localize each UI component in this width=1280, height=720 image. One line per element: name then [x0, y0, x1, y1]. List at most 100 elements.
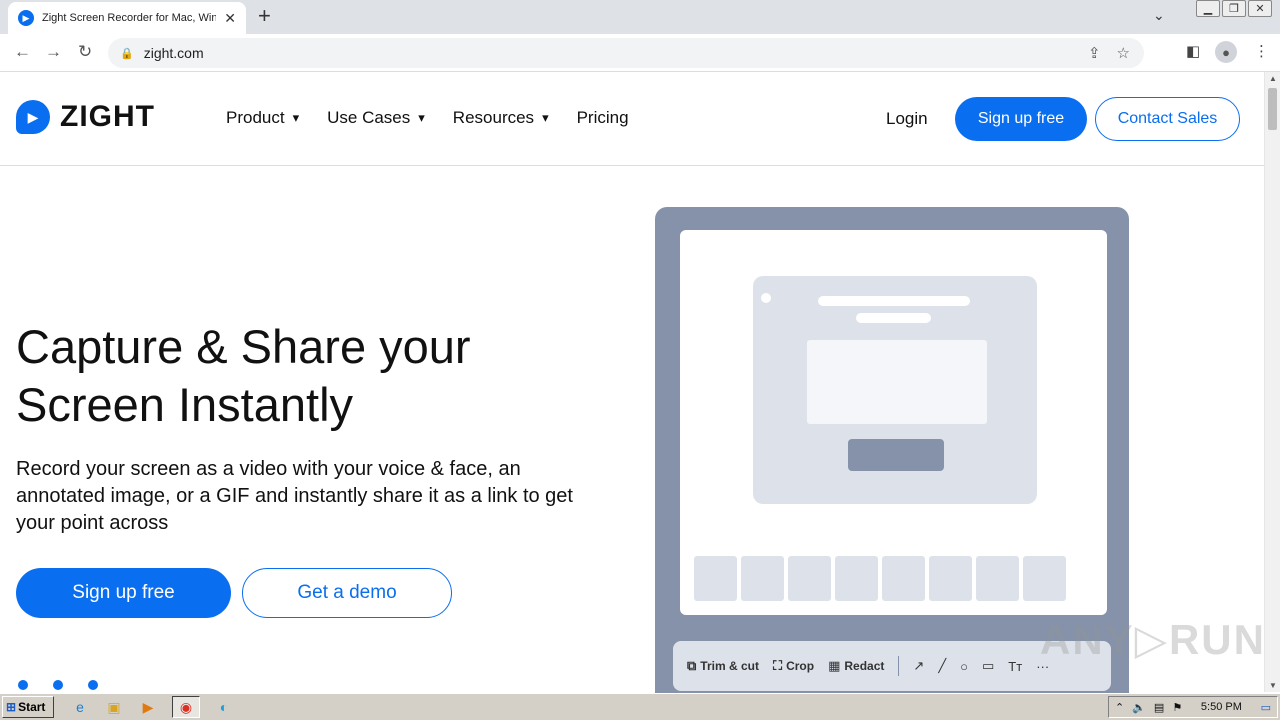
- profile-avatar-icon[interactable]: ●: [1215, 41, 1237, 63]
- minimize-icon[interactable]: ▁: [1196, 0, 1220, 17]
- carousel-dot[interactable]: [18, 680, 28, 690]
- illustration-screen: [680, 230, 1107, 615]
- hero-title: Capture & Share your Screen Instantly: [16, 318, 616, 434]
- chrome-icon[interactable]: ◉: [172, 696, 200, 718]
- page-scrollbar[interactable]: ▲ ▼: [1264, 72, 1280, 692]
- circle-tool-icon: ○: [960, 658, 968, 674]
- scroll-up-icon[interactable]: ▲: [1269, 74, 1277, 83]
- scrollbar-thumb[interactable]: [1268, 88, 1277, 130]
- nav-label: Use Cases: [327, 108, 411, 127]
- lock-icon[interactable]: 🔒: [120, 47, 134, 60]
- flag-icon[interactable]: ⚑: [1172, 701, 1182, 714]
- rectangle-tool-icon: ▭: [982, 658, 995, 673]
- folder-icon[interactable]: ▣: [104, 697, 124, 717]
- nav-pricing[interactable]: Pricing: [577, 108, 629, 128]
- mock-thumbnail: [788, 556, 831, 601]
- chevron-down-icon: ▾: [418, 110, 425, 125]
- start-button[interactable]: ⊞ Start: [2, 696, 54, 718]
- contact-sales-button[interactable]: Contact Sales: [1095, 97, 1240, 141]
- reload-icon[interactable]: ↻: [78, 42, 92, 62]
- redact-grid-icon: ▦: [828, 658, 841, 673]
- redact-label: Redact: [844, 659, 885, 673]
- network-icon[interactable]: ▤: [1154, 701, 1164, 714]
- mock-thumbnail: [976, 556, 1019, 601]
- chevron-down-icon: ▾: [542, 110, 549, 125]
- get-demo-button[interactable]: Get a demo: [242, 568, 452, 618]
- volume-icon[interactable]: 🔈: [1132, 701, 1146, 714]
- ie-icon[interactable]: e: [70, 697, 90, 717]
- new-tab-button[interactable]: +: [258, 5, 271, 27]
- chevron-down-icon: ▾: [292, 110, 300, 125]
- browser-toolbar: ← → ↻ 🔒 zight.com ⇪ ☆ ◧ ● ⋮: [0, 34, 1280, 72]
- nav-label: Pricing: [576, 108, 629, 127]
- mock-bar: [856, 313, 931, 323]
- bookmark-star-icon[interactable]: ☆: [1117, 44, 1130, 62]
- mock-thumbnail: [929, 556, 972, 601]
- nav-label: Product: [226, 108, 285, 127]
- nav-resources[interactable]: Resources ▾: [453, 108, 549, 128]
- mock-thumbnail: [882, 556, 925, 601]
- header-signup-button[interactable]: Sign up free: [955, 97, 1087, 141]
- carousel-dot[interactable]: [53, 680, 63, 690]
- hero-subtitle: Record your screen as a video with your …: [16, 458, 573, 534]
- clock[interactable]: 5:50 PM: [1201, 701, 1242, 713]
- login-link[interactable]: Login: [886, 109, 928, 129]
- share-icon[interactable]: ⇪: [1088, 44, 1101, 62]
- zight-logo-icon: ▶: [16, 100, 50, 134]
- forward-arrow-icon[interactable]: →: [45, 42, 62, 62]
- zight-logo[interactable]: ▶ ZIGHT: [16, 100, 155, 134]
- mock-button: [848, 439, 944, 471]
- window-controls: ▁ ❐ ✕: [1196, 0, 1272, 17]
- mock-panel: [807, 340, 987, 424]
- windows-logo-icon: ⊞: [6, 700, 17, 714]
- site-header: ▶ ZIGHT Product ▾ Use Cases ▾ Resources …: [0, 72, 1264, 166]
- toolbar-divider: [898, 656, 900, 676]
- trim-icon: ⧉: [687, 658, 697, 673]
- tab-title: Zight Screen Recorder for Mac, Windows: [42, 12, 217, 24]
- text-tool-icon: Tт: [1008, 658, 1023, 674]
- mock-thumbnail: [835, 556, 878, 601]
- anyrun-watermark: ANY▷RUN: [1040, 616, 1266, 663]
- hero-title-line1: Capture & Share your: [16, 320, 471, 373]
- trim-label: Trim & cut: [700, 659, 759, 673]
- nav-use-cases[interactable]: Use Cases ▾: [327, 108, 425, 128]
- media-player-icon[interactable]: ▶: [138, 697, 158, 717]
- edge-icon[interactable]: ◐: [214, 697, 234, 717]
- quick-launch: e ▣ ▶ ◉ ◐: [70, 696, 234, 718]
- nav-label: Resources: [452, 108, 535, 127]
- mock-thumbnails: [694, 556, 1066, 601]
- mock-thumbnail: [694, 556, 737, 601]
- line-tool-icon: ╱: [938, 658, 947, 673]
- browser-tab[interactable]: ▶ Zight Screen Recorder for Mac, Windows…: [8, 2, 246, 34]
- hero-title-line2: Screen Instantly: [16, 378, 354, 431]
- browser-tab-strip: ▶ Zight Screen Recorder for Mac, Windows…: [0, 0, 1280, 34]
- restore-icon[interactable]: ❐: [1222, 0, 1246, 17]
- show-desktop-icon[interactable]: ▭: [1261, 701, 1271, 714]
- logo-text: ZIGHT: [60, 100, 155, 133]
- close-window-icon[interactable]: ✕: [1248, 0, 1272, 17]
- main-nav: Product ▾ Use Cases ▾ Resources ▾ Pricin…: [226, 108, 629, 128]
- nav-product[interactable]: Product ▾: [226, 108, 299, 128]
- browser-menu-icon[interactable]: ⋮: [1254, 42, 1269, 60]
- arrow-tool-icon: ↗: [913, 658, 925, 673]
- mock-thumbnail: [1023, 556, 1066, 601]
- mock-thumbnail: [741, 556, 784, 601]
- address-bar[interactable]: 🔒 zight.com ⇪ ☆: [108, 38, 1144, 68]
- carousel-dot[interactable]: [88, 680, 98, 690]
- url-text[interactable]: zight.com: [144, 45, 204, 61]
- windows-taskbar: ⊞ Start e ▣ ▶ ◉ ◐ ⌃ 🔈 ▤ ⚑ 5:50 PM ▭: [0, 693, 1280, 720]
- system-tray: ⌃ 🔈 ▤ ⚑ 5:50 PM ▭: [1108, 696, 1278, 718]
- tab-close-icon[interactable]: ✕: [224, 10, 236, 27]
- trim-tool: ⧉ Trim & cut: [687, 658, 759, 674]
- hero-signup-button[interactable]: Sign up free: [16, 568, 231, 618]
- side-panel-icon[interactable]: ◧: [1186, 42, 1200, 60]
- crop-label: Crop: [786, 659, 815, 673]
- mock-dot: [761, 293, 771, 303]
- mock-bar: [818, 296, 970, 306]
- scroll-down-icon[interactable]: ▼: [1269, 681, 1277, 690]
- mock-window: [753, 276, 1037, 504]
- tray-expand-icon[interactable]: ⌃: [1115, 701, 1124, 714]
- carousel-dots: [18, 680, 98, 690]
- back-arrow-icon[interactable]: ←: [14, 42, 31, 62]
- tab-search-chevron-icon[interactable]: ⌄: [1153, 7, 1165, 24]
